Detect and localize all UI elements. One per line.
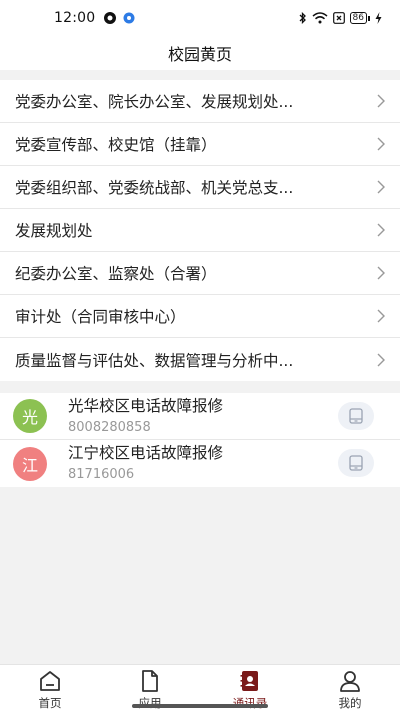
- header: 校园黄页: [0, 36, 400, 70]
- list-item-label: 纪委办公室、监察处（合署）: [15, 265, 217, 283]
- list-item[interactable]: 党委宣传部、校史馆（挂靠）: [0, 123, 400, 166]
- chevron-right-icon: [377, 180, 385, 194]
- list-item-label: 党委宣传部、校史馆（挂靠）: [15, 136, 217, 154]
- chevron-right-icon: [377, 353, 385, 366]
- sim-x-icon: [332, 12, 345, 24]
- contacts-book-icon: [240, 671, 258, 691]
- contact-list: 光 光华校区电话故障报修 8008280858 江 江宁校区电话故障报修 817…: [0, 393, 400, 487]
- home-indicator: [132, 704, 268, 708]
- contact-phone: 8008280858: [68, 419, 151, 435]
- list-item-label: 质量监督与评估处、数据管理与分析中...: [15, 351, 294, 370]
- chevron-right-icon: [377, 94, 385, 108]
- chevron-right-icon: [377, 137, 385, 151]
- list-item-label: 发展规划处: [15, 222, 93, 240]
- phone-icon: [349, 455, 363, 471]
- tab-home[interactable]: 首页: [0, 665, 100, 711]
- phone-icon: [349, 408, 363, 424]
- status-bar: 12:00 86: [0, 0, 400, 36]
- document-icon: [142, 670, 158, 692]
- tab-label: 通讯录: [232, 696, 268, 710]
- tab-profile[interactable]: 我的: [300, 665, 400, 711]
- avatar: 江: [13, 446, 47, 481]
- tab-label: 应用: [138, 696, 162, 710]
- list-item[interactable]: 党委组织部、党委统战部、机关党总支...: [0, 166, 400, 209]
- tab-label: 我的: [338, 696, 362, 710]
- page-title: 校园黄页: [167, 45, 232, 64]
- contact-row[interactable]: 光 光华校区电话故障报修 8008280858: [0, 393, 400, 440]
- bottom-tab-bar: 首页 应用 通讯录 我的: [0, 664, 400, 711]
- call-button[interactable]: [338, 402, 374, 430]
- chevron-right-icon: [377, 266, 385, 280]
- app-dot-icon: [123, 12, 135, 24]
- list-item-label: 审计处（合同审核中心）: [15, 308, 186, 326]
- contact-phone: 81716006: [68, 467, 135, 482]
- call-button[interactable]: [338, 449, 374, 477]
- bluetooth-icon: [299, 12, 306, 24]
- avatar-letter: 光: [21, 408, 38, 427]
- list-item[interactable]: 纪委办公室、监察处（合署）: [0, 252, 400, 295]
- contact-name: 光华校区电话故障报修: [68, 396, 224, 415]
- list-item[interactable]: 审计处（合同审核中心）: [0, 295, 400, 338]
- list-item-label: 党委办公室、院长办公室、发展规划处...: [15, 93, 294, 111]
- chevron-right-icon: [377, 223, 385, 237]
- user-icon: [340, 671, 360, 692]
- list-item-label: 党委组织部、党委统战部、机关党总支...: [15, 179, 294, 197]
- charging-icon: [375, 12, 382, 24]
- list-item[interactable]: 党委办公室、院长办公室、发展规划处...: [0, 80, 400, 123]
- notification-icon: [104, 12, 117, 24]
- department-list: 党委办公室、院长办公室、发展规划处... 党委宣传部、校史馆（挂靠） 党委组织部…: [0, 80, 400, 381]
- avatar-letter: 江: [21, 455, 38, 475]
- status-time: 12:00: [54, 10, 96, 26]
- battery-level: 86: [349, 12, 367, 24]
- contact-row[interactable]: 江 江宁校区电话故障报修 81716006: [0, 440, 400, 487]
- list-item[interactable]: 质量监督与评估处、数据管理与分析中...: [0, 338, 400, 381]
- contact-name: 江宁校区电话故障报修: [68, 444, 224, 462]
- wifi-icon: [312, 12, 328, 24]
- home-icon: [40, 671, 60, 691]
- chevron-right-icon: [377, 309, 385, 323]
- battery-icon: 86: [349, 12, 370, 24]
- list-item[interactable]: 发展规划处: [0, 209, 400, 252]
- avatar: 光: [13, 399, 47, 433]
- tab-label: 首页: [38, 696, 62, 710]
